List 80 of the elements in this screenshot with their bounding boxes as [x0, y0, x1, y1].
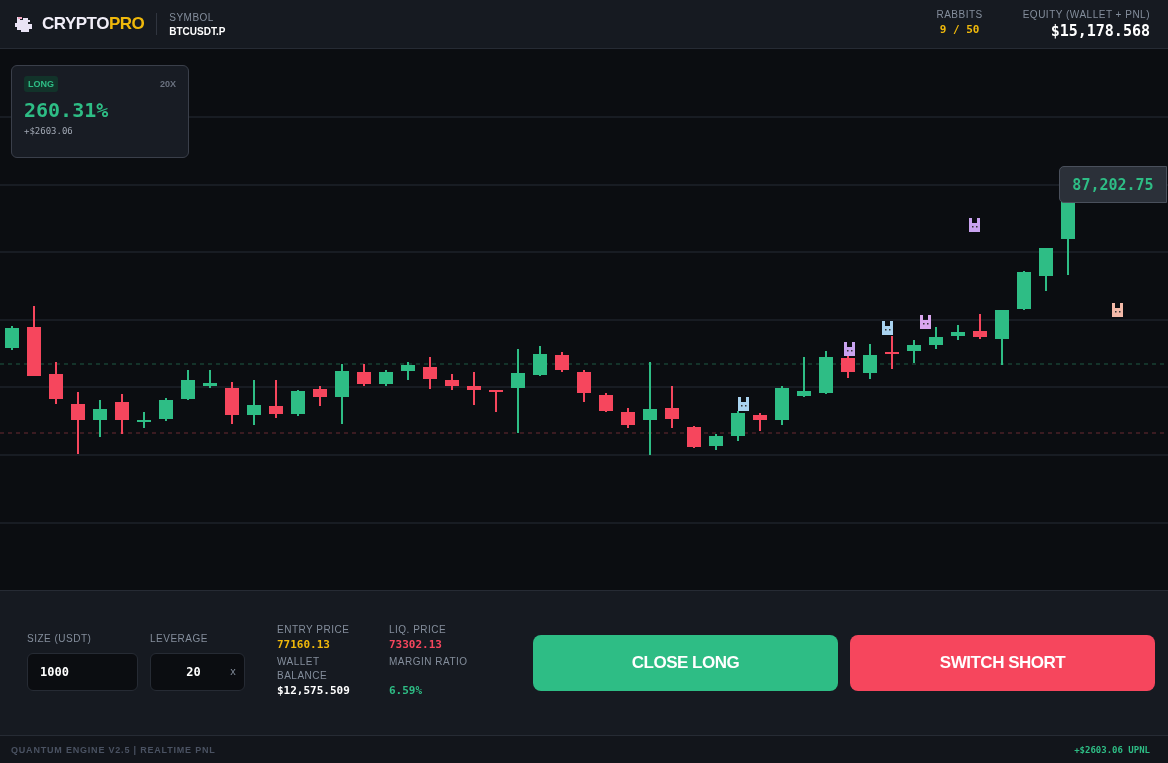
candlestick: [775, 386, 789, 425]
candlestick: [445, 374, 459, 390]
stat-label: MARGIN RATIO: [389, 655, 469, 669]
candlestick: [5, 326, 19, 350]
pnl-percent: 260.31%: [24, 98, 110, 122]
rabbit-icon: [920, 315, 931, 329]
candlestick: [951, 325, 965, 340]
candlestick: [709, 434, 723, 450]
stat-label: ENTRY PRICE: [277, 623, 351, 637]
rabbit-icon: [882, 321, 893, 335]
candlestick: [247, 380, 261, 425]
candlestick: [1017, 271, 1031, 310]
candlestick: [159, 398, 173, 421]
candlestick: [423, 357, 437, 389]
candlestick: [291, 390, 305, 416]
candlestick: [995, 310, 1009, 365]
candlestick: [665, 386, 679, 428]
candlestick: [181, 370, 195, 400]
candlestick: [115, 394, 129, 434]
stat-label: EQUITY (WALLET + PNL): [1022, 8, 1150, 20]
candlestick: [357, 364, 371, 386]
candlestick: [467, 372, 481, 405]
candlestick: [401, 362, 415, 380]
candlestick: [27, 306, 41, 376]
candlestick: [577, 370, 591, 402]
stat-label: WALLET BALANCE: [277, 655, 329, 683]
candlestick: [687, 426, 701, 448]
candlestick: [599, 393, 613, 412]
candlestick: [731, 411, 745, 441]
candlestick: [973, 314, 987, 339]
candlestick: [203, 370, 217, 388]
candlestick: [489, 390, 503, 412]
action-button[interactable]: SWITCH SHORT: [850, 635, 1155, 691]
candlestick: [907, 340, 921, 363]
unrealized-pnl-text: +$2603.06 UPNL: [1074, 744, 1150, 755]
candlestick: [335, 364, 349, 424]
unit-suffix: x: [229, 666, 236, 677]
pnl-amount: +$2603.06: [24, 126, 74, 136]
rabbit-icon: [844, 342, 855, 356]
symbol-label: SYMBOL: [169, 11, 215, 23]
candlestick: [797, 357, 811, 397]
candlestick: [885, 336, 899, 369]
candlestick: [49, 362, 63, 404]
footer-text: QUANTUM ENGINE V2.5 | REALTIME PNL: [11, 744, 216, 755]
stat-label: LIQ. PRICE: [389, 623, 448, 637]
candlestick: [71, 392, 85, 454]
candlestick: [753, 413, 767, 431]
input-field[interactable]: 1000: [27, 653, 138, 691]
leverage-text: 20X: [160, 79, 176, 89]
candlestick: [93, 400, 107, 437]
candlestick: [313, 386, 327, 406]
rabbit-icon: [738, 397, 749, 411]
field-label: SIZE (USDT): [27, 633, 93, 644]
logo-text: CRYPTO: [42, 14, 109, 33]
candlestick: [819, 351, 833, 394]
candlestick: [137, 412, 151, 428]
stat-value: $15,178.568: [1050, 21, 1150, 40]
price-label: 87,202.75: [1059, 166, 1167, 203]
stat-value: 9 / 50: [939, 22, 980, 36]
candlestick: [379, 370, 393, 386]
stat-label: RABBITS: [936, 8, 983, 20]
candlestick: [621, 408, 635, 428]
stat-value: 73302.13: [389, 638, 443, 651]
stat-value: 77160.13: [277, 638, 331, 651]
rabbit-icon: [969, 218, 980, 232]
rabbit-logo-icon: [14, 15, 34, 33]
position-side-badge: LONG: [24, 76, 58, 92]
candlestick: [225, 382, 239, 424]
logo-text: PRO: [108, 14, 145, 33]
candlestick: [269, 380, 283, 418]
candlestick: [1039, 248, 1053, 291]
candlestick: [929, 327, 943, 349]
candlestick: [533, 346, 547, 376]
stat-value: 6.59%: [389, 684, 424, 697]
stat-value: $12,575.509: [277, 684, 351, 697]
field-label: LEVERAGE: [150, 633, 209, 644]
candlestick: [863, 344, 877, 379]
symbol-value: BTCUSDT.P: [169, 25, 226, 37]
candlestick: [555, 352, 569, 372]
rabbit-icon: [1112, 303, 1123, 317]
